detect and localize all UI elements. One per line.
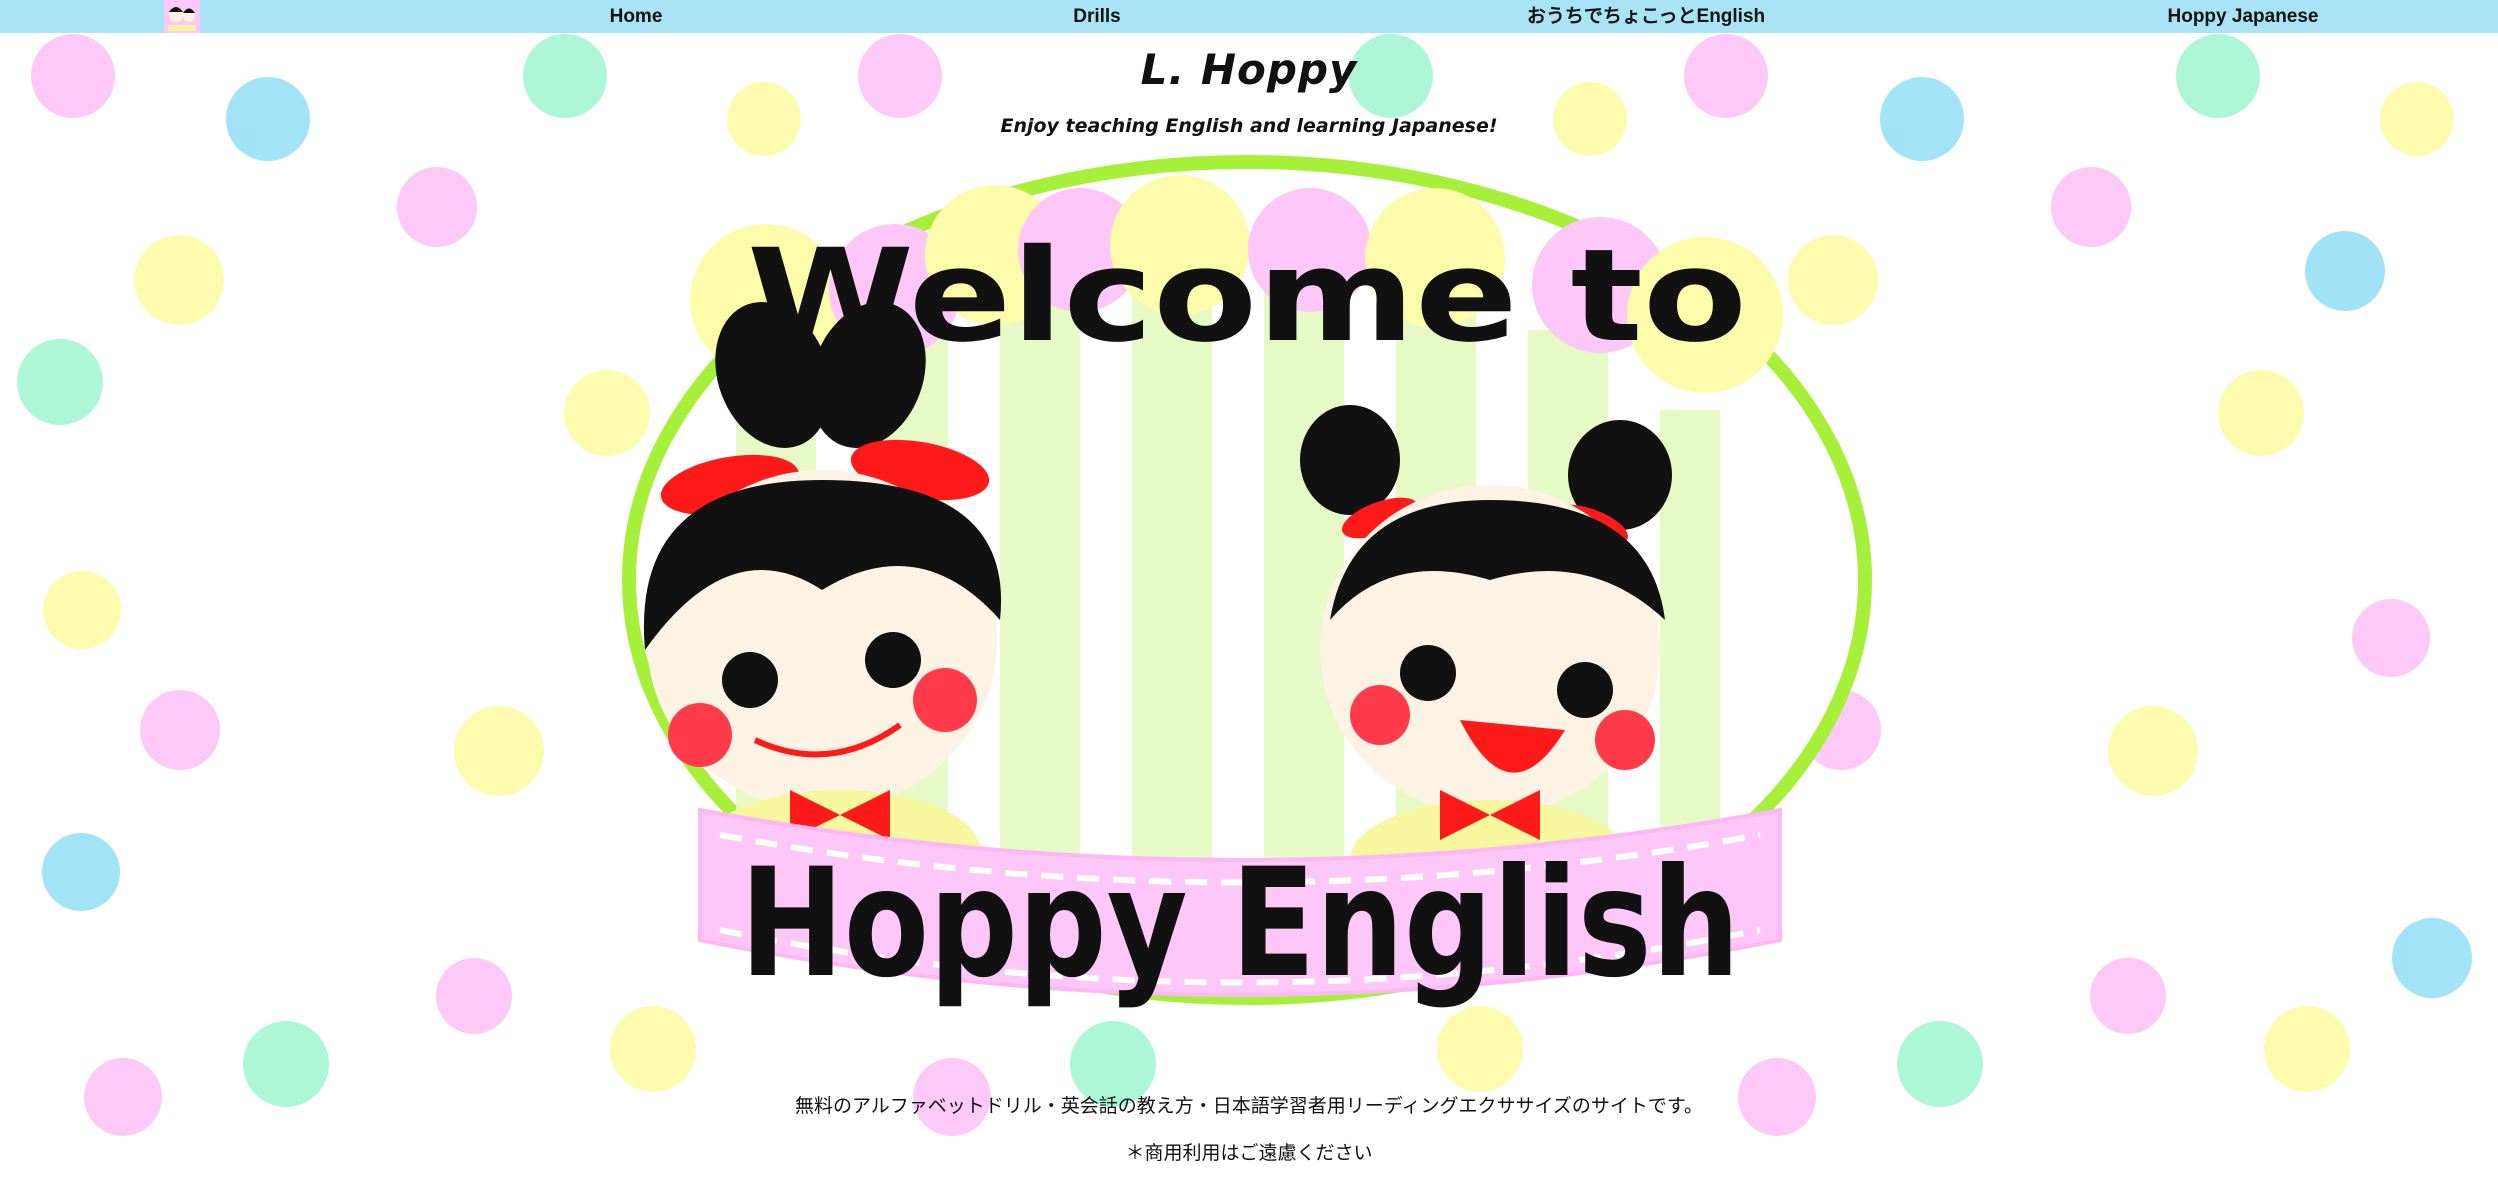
nav-drills-link[interactable]: Drills xyxy=(1073,0,1121,33)
site-description: 無料のアルファベットドリル・英会話の教え方・日本語学習者用リーディングエクササイ… xyxy=(794,1095,1703,1117)
page: Home Drills おうちでちょこっとEnglish Hoppy Japan… xyxy=(0,0,2498,1180)
nav-home-link[interactable]: Home xyxy=(610,0,663,33)
top-nav-bar: Home Drills おうちでちょこっとEnglish Hoppy Japan… xyxy=(0,0,2498,33)
site-title[interactable]: L. Hoppy xyxy=(0,45,2498,94)
site-logo-icon[interactable] xyxy=(164,0,200,33)
welcome-hero-illustration: Welcome to Hoppy English xyxy=(622,155,1872,1011)
commercial-use-note: ＊商用利用はご遠慮ください xyxy=(1125,1142,1373,1164)
site-tagline: Enjoy teaching English and learning Japa… xyxy=(1000,115,1498,137)
nav-ouchi-english-link[interactable]: おうちでちょこっとEnglish xyxy=(1527,0,1765,33)
nav-hoppy-japanese-link[interactable]: Hoppy Japanese xyxy=(2168,0,2319,33)
hoppy-english-text: Hoppy English xyxy=(740,837,1740,1011)
